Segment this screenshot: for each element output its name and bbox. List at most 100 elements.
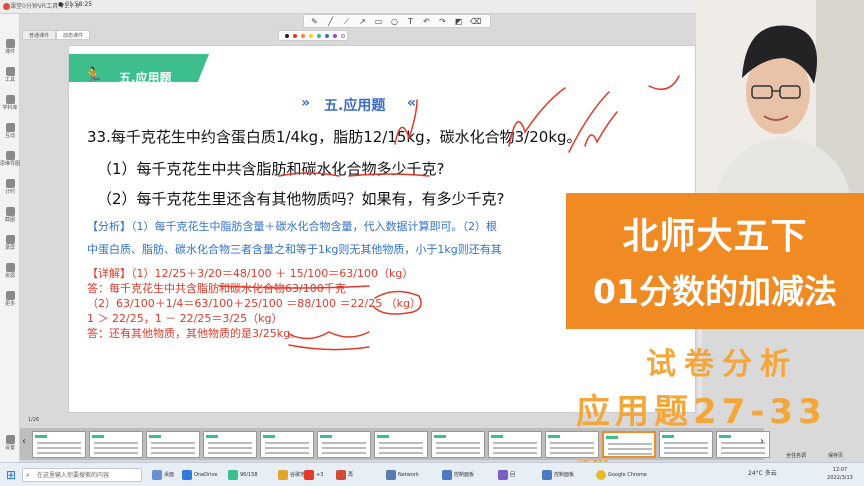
courseware-icon — [5, 39, 15, 48]
color-swatch-blue[interactable] — [325, 34, 329, 38]
taskbar-app-desktop[interactable]: 桌面 — [150, 467, 177, 483]
taskbar-app-hui[interactable]: 回 — [496, 467, 518, 483]
thumbnail-text-line — [37, 447, 81, 449]
thumbnail-text-line — [94, 447, 138, 449]
rail-item-courseware[interactable]: 课件 — [0, 36, 20, 64]
taskbar-app-counter[interactable]: 96/158 — [226, 467, 261, 483]
clock-time: 12:07 — [832, 467, 848, 473]
taskbar-app-plus[interactable]: +3 — [302, 467, 326, 483]
strip-prev-icon[interactable]: ‹ — [22, 436, 30, 450]
taskbar-app-network[interactable]: Network — [384, 467, 422, 483]
color-swatch-orange[interactable] — [301, 34, 305, 38]
eraser-icon[interactable]: ◩ — [454, 17, 463, 26]
slide-thumbnail[interactable] — [146, 431, 200, 458]
color-swatch-green[interactable] — [317, 34, 321, 38]
arrow-icon[interactable]: ↗ — [358, 17, 367, 26]
taskbar-app-chrome[interactable]: Google Chrome — [594, 467, 650, 483]
undo-icon[interactable]: ↶ — [422, 17, 431, 26]
weather-widget[interactable]: 24°C 多云 — [748, 468, 777, 477]
slide-thumbnail[interactable] — [89, 431, 143, 458]
circle-icon[interactable]: ○ — [390, 17, 399, 26]
text-tool-icon[interactable]: T — [406, 17, 415, 26]
annotation-toolbar: ✎ ╱ ⟋ ↗ ▭ ○ T ↶ ↷ ◩ ⌫ — [303, 14, 491, 28]
thumbnail-strip — [20, 428, 770, 460]
thumbnail-text-line — [379, 442, 423, 444]
rail-item-library[interactable]: 学科库 — [0, 92, 20, 120]
windows-start-icon[interactable]: ⊞ — [4, 468, 18, 482]
slide-thumbnail[interactable] — [374, 431, 428, 458]
slide-thumbnail[interactable] — [488, 431, 542, 458]
slide-thumbnail[interactable] — [32, 431, 86, 458]
slide-thumbnail[interactable] — [545, 431, 599, 458]
color-picker — [278, 30, 348, 41]
color-swatch-yellow[interactable] — [309, 34, 313, 38]
rail-item-timer[interactable]: 计时 — [0, 176, 20, 204]
courseware-tabs: 普通课件 动态课件 — [22, 30, 132, 40]
line-icon[interactable]: ⟋ — [342, 17, 351, 26]
thumbnail-banner — [35, 435, 47, 438]
taskbar-clock[interactable]: 12:07 2022/3/13 — [820, 466, 860, 482]
thumbnail-text-line — [265, 452, 309, 454]
tab-normal-courseware[interactable]: 普通课件 — [22, 30, 57, 40]
rail-item-settings[interactable]: 设置 — [0, 432, 20, 460]
taskbar-search-input[interactable]: 在这里输入你要搜索的内容 — [22, 468, 142, 482]
thumbnail-banner — [548, 435, 560, 438]
rail-item-interact[interactable]: 互动 — [0, 120, 20, 148]
rail-item-record[interactable]: 录屏 — [0, 232, 20, 260]
save-page-button[interactable]: 保存页 — [828, 452, 843, 459]
color-swatch-white[interactable] — [341, 34, 345, 38]
network-icon — [386, 470, 396, 480]
app-logo-icon — [3, 3, 10, 10]
thumbnail-text-line — [550, 442, 594, 444]
rail-item-screenshot[interactable]: 截图 — [0, 204, 20, 232]
thumbnail-banner — [491, 435, 503, 438]
rail-item-more[interactable]: 更多 — [0, 288, 20, 316]
library-icon — [5, 95, 15, 104]
thumbnail-banner — [320, 435, 332, 438]
record-timer: ● 01:58:25 — [58, 1, 93, 8]
rail-item-tools[interactable]: 工具 — [0, 64, 20, 92]
onedrive-icon — [182, 470, 192, 480]
slide-thumbnail[interactable] — [203, 431, 257, 458]
analysis-line-1: 【分析】（1）每千克花生中脂肪含量＋碳水化合物含量，代入数据计算即可。（2）根 — [87, 220, 497, 233]
thumbnail-text-line — [379, 447, 423, 449]
taskbar-app-control-panel[interactable]: 控制面板 — [440, 467, 477, 483]
redo-icon[interactable]: ↷ — [438, 17, 447, 26]
thumbnail-text-line — [322, 452, 366, 454]
color-swatch-black[interactable] — [285, 34, 289, 38]
clear-icon[interactable]: ⌫ — [470, 17, 481, 26]
rail-item-mindmap[interactable]: 思维导图 — [0, 148, 20, 176]
thumbnail-text-line — [94, 442, 138, 444]
thumbnail-text-line — [208, 452, 252, 454]
search-icon: ⌕ — [26, 471, 30, 479]
strip-next-icon[interactable]: › — [760, 436, 768, 450]
rail-item-resources[interactable]: 资源 — [0, 260, 20, 288]
tab-dynamic-courseware[interactable]: 动态课件 — [56, 30, 91, 40]
rectangle-icon[interactable]: ▭ — [374, 17, 383, 26]
thumbnail-text-line — [265, 447, 309, 449]
taskbar-app-onedrive[interactable]: OneDrive — [180, 467, 221, 483]
highlighter-icon[interactable]: ╱ — [326, 17, 335, 26]
thumbnail-banner — [377, 435, 389, 438]
thumbnail-banner — [719, 435, 731, 438]
solution-line-2: 答：每千克花生中共含脂肪和碳水化合物63/100千克 — [87, 282, 346, 295]
slide-thumbnail[interactable] — [431, 431, 485, 458]
left-tool-rail: 课件 工具 学科库 互动 思维导图 计时 截图 录屏 资源 更多 设置 — [0, 14, 20, 462]
thumbnail-text-line — [208, 447, 252, 449]
banner-title: 五.应用题 — [119, 71, 172, 85]
taskbar-app-zai[interactable]: 再 — [334, 467, 356, 483]
interact-icon — [5, 123, 15, 132]
thumbnail-banner — [263, 435, 275, 438]
thumbnail-text-line — [436, 447, 480, 449]
taskbar-app-control-panel-2[interactable]: 控制面板 — [540, 467, 577, 483]
color-swatch-red[interactable] — [293, 34, 297, 38]
slide-thumbnail[interactable] — [659, 431, 713, 458]
thumbnail-text-line — [151, 442, 195, 444]
pen-icon[interactable]: ✎ — [310, 17, 319, 26]
all-tasks-button[interactable]: 全任务调 — [786, 452, 806, 459]
slide-thumbnail[interactable] — [260, 431, 314, 458]
slide-thumbnail[interactable] — [317, 431, 371, 458]
slide-thumbnail[interactable] — [602, 431, 656, 458]
control-panel-icon — [542, 470, 552, 480]
color-swatch-purple[interactable] — [333, 34, 337, 38]
